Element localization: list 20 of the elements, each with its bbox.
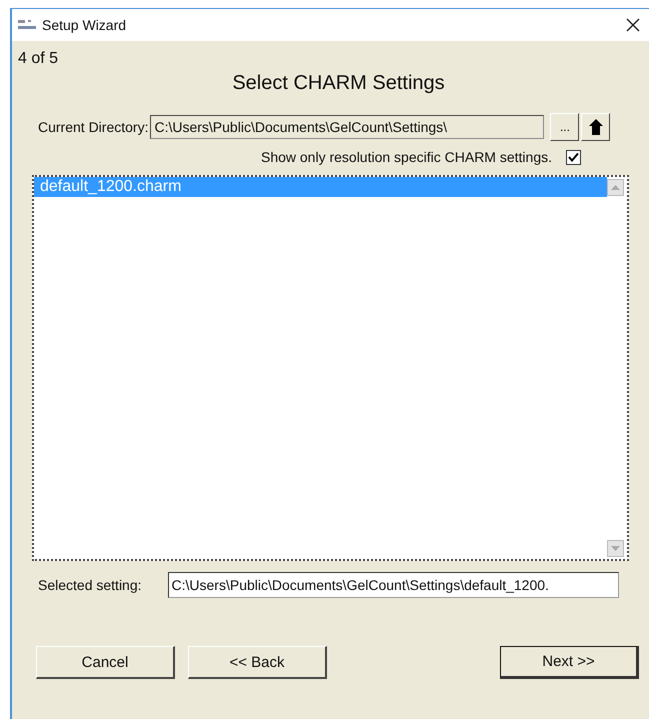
directory-field[interactable]: C:\Users\Public\Documents\GelCount\Settings\ (150, 115, 544, 139)
back-button[interactable]: << Back (188, 646, 327, 679)
close-icon[interactable] (625, 17, 641, 33)
check-icon (568, 152, 579, 162)
home-button[interactable] (581, 113, 610, 141)
page-heading: Select CHARM Settings (232, 72, 445, 95)
selected-setting-label: Selected setting: (38, 577, 142, 593)
step-counter: 4 of 5 (18, 50, 60, 68)
window-title: Setup Wizard (42, 17, 128, 33)
next-button[interactable]: Next >> (500, 646, 639, 679)
directory-label: Current Directory: (38, 119, 148, 135)
filter-label: Show only resolution specific CHARM settings. (260, 149, 552, 165)
app-logo-icon (18, 19, 36, 31)
down-arrow-icon (611, 546, 620, 551)
selected-setting-field[interactable]: C:\Users\Public\Documents\GelCount\Settings\default_1200. (168, 572, 619, 598)
filter-checkbox[interactable] (566, 150, 581, 164)
browse-button[interactable]: ... (550, 113, 580, 141)
up-arrow-icon (611, 185, 620, 190)
cancel-button[interactable]: Cancel (36, 646, 175, 679)
home-icon (588, 118, 604, 136)
